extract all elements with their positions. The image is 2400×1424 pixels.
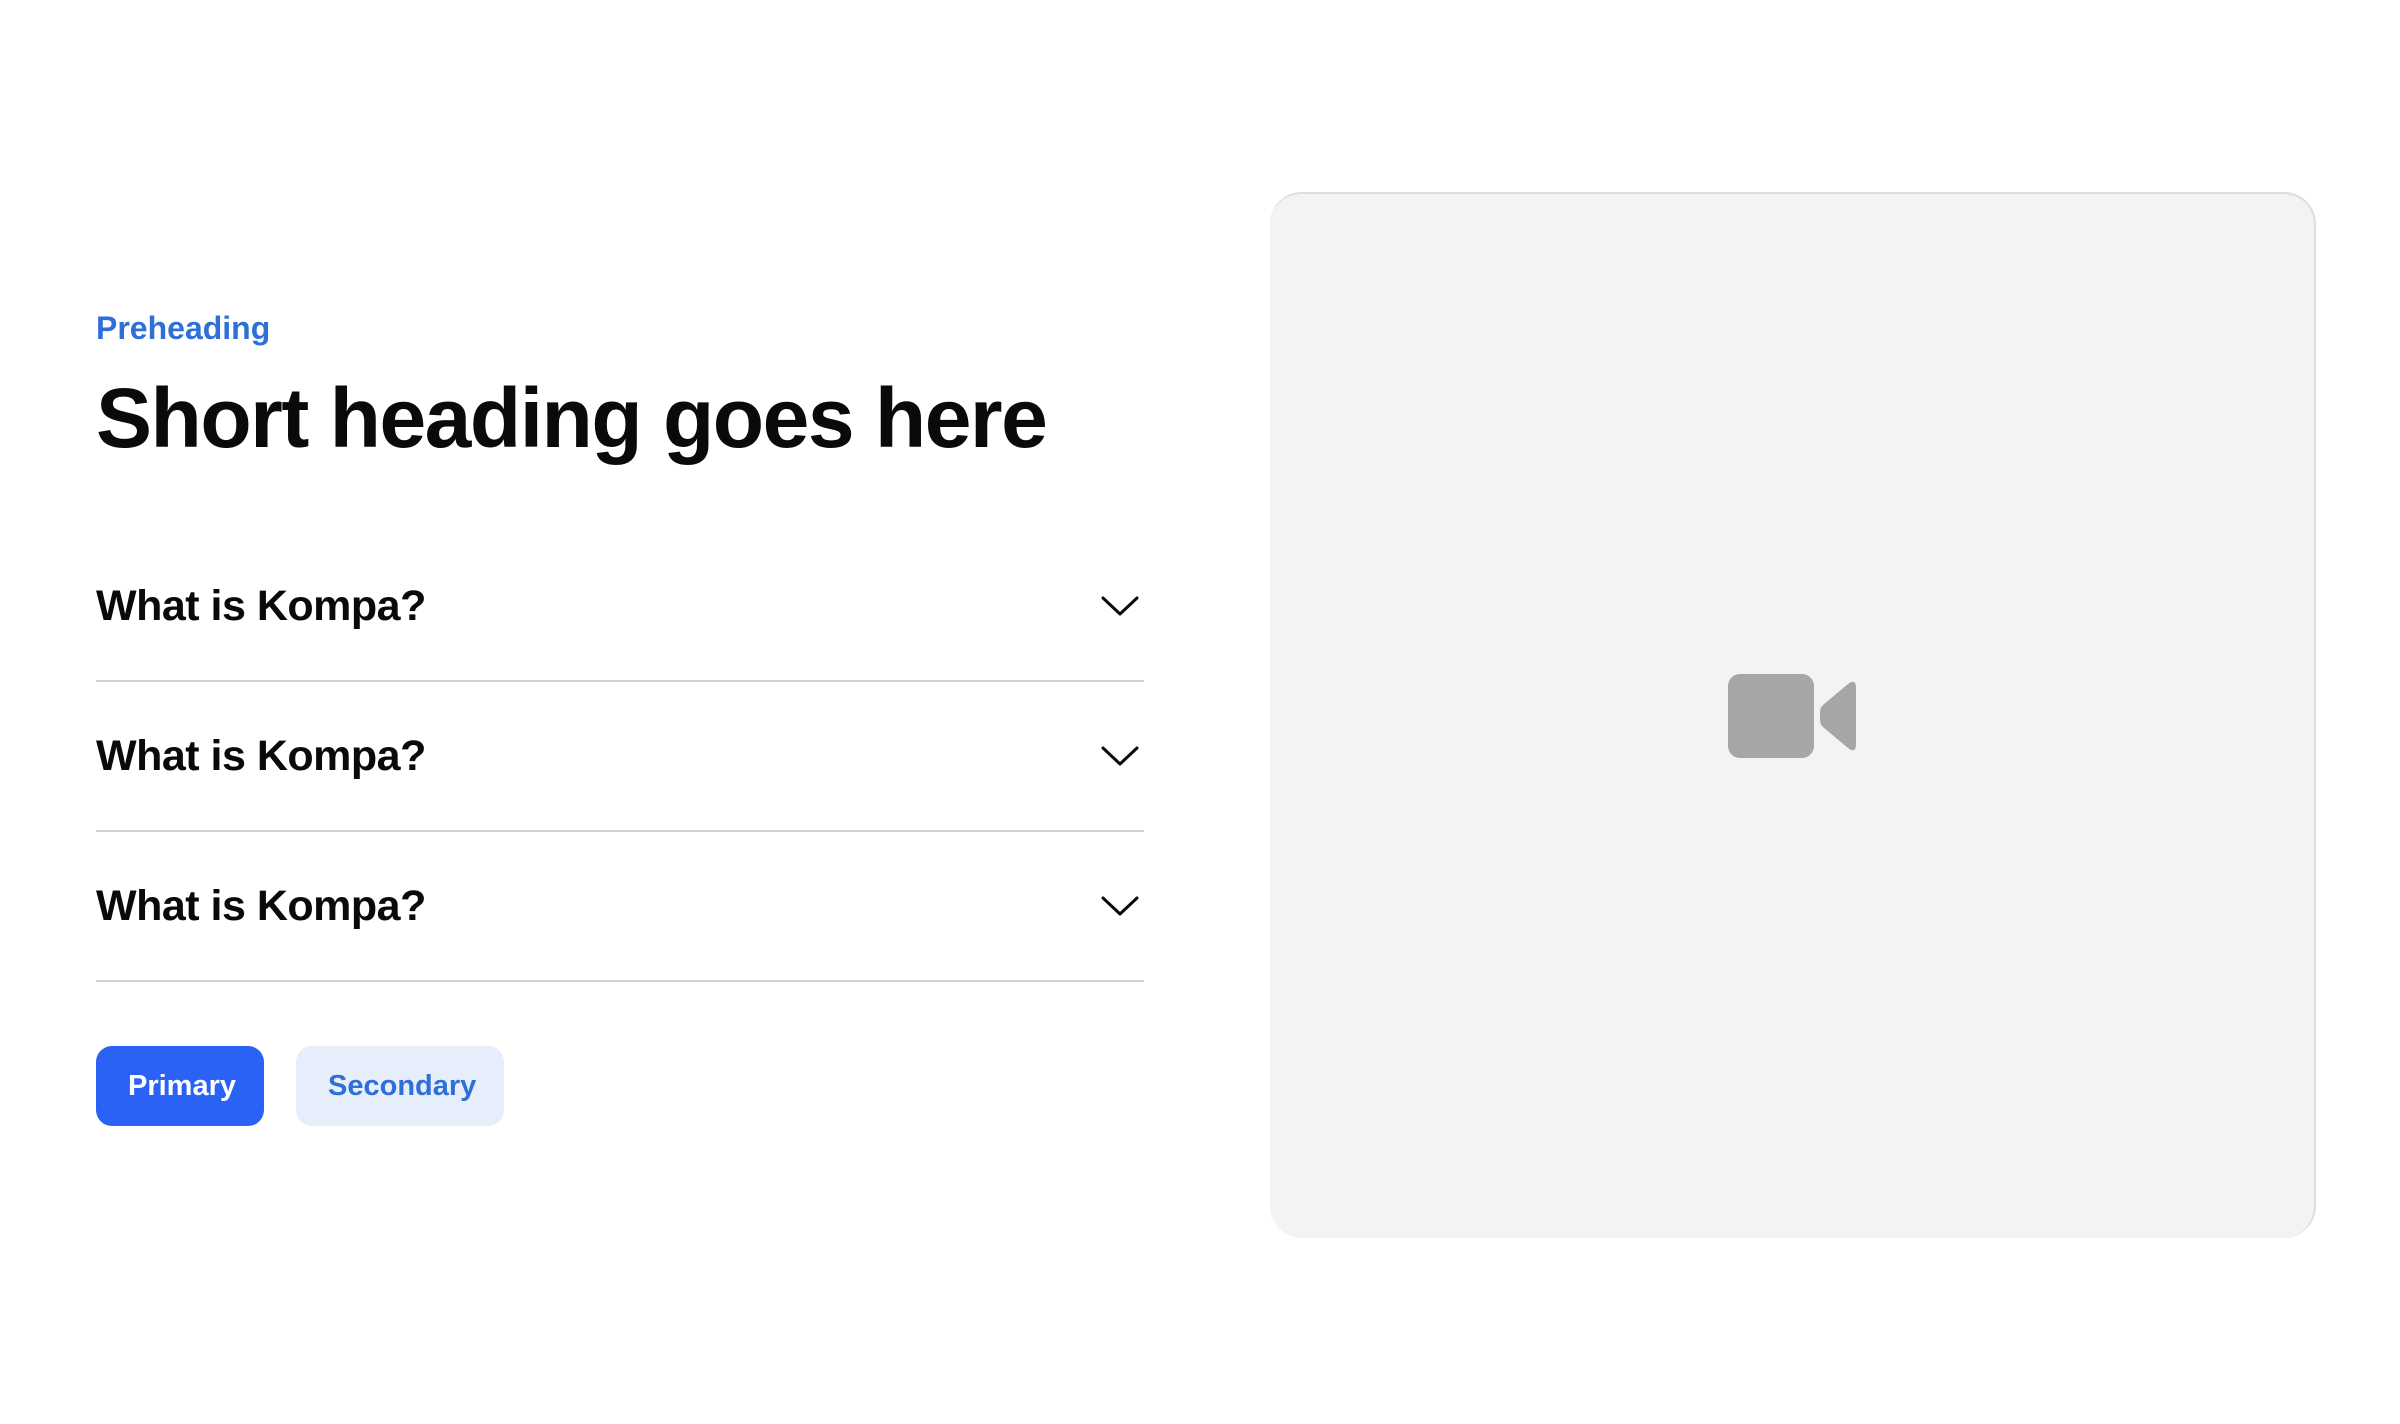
video-camera-icon [1728, 674, 1856, 758]
faq-item[interactable]: What is Kompa? [96, 682, 1144, 832]
faq-item[interactable]: What is Kompa? [96, 532, 1144, 682]
faq-question: What is Kompa? [96, 881, 426, 930]
faq-question: What is Kompa? [96, 731, 426, 780]
preheading: Preheading [96, 310, 271, 346]
chevron-down-icon[interactable] [1100, 586, 1140, 626]
section-heading: Short heading goes here [96, 371, 1048, 465]
primary-button[interactable]: Primary [96, 1046, 264, 1126]
faq-item[interactable]: What is Kompa? [96, 832, 1144, 982]
faq-accordion: What is Kompa? What is Kompa? What is Ko… [96, 532, 1144, 982]
faq-section: Preheading Short heading goes here What … [96, 304, 1144, 1126]
chevron-down-icon[interactable] [1100, 886, 1140, 926]
video-placeholder[interactable] [1270, 192, 2316, 1238]
chevron-down-icon[interactable] [1100, 736, 1140, 776]
secondary-button[interactable]: Secondary [296, 1046, 504, 1126]
faq-question: What is Kompa? [96, 581, 426, 630]
action-buttons: Primary Secondary [96, 1046, 1144, 1126]
